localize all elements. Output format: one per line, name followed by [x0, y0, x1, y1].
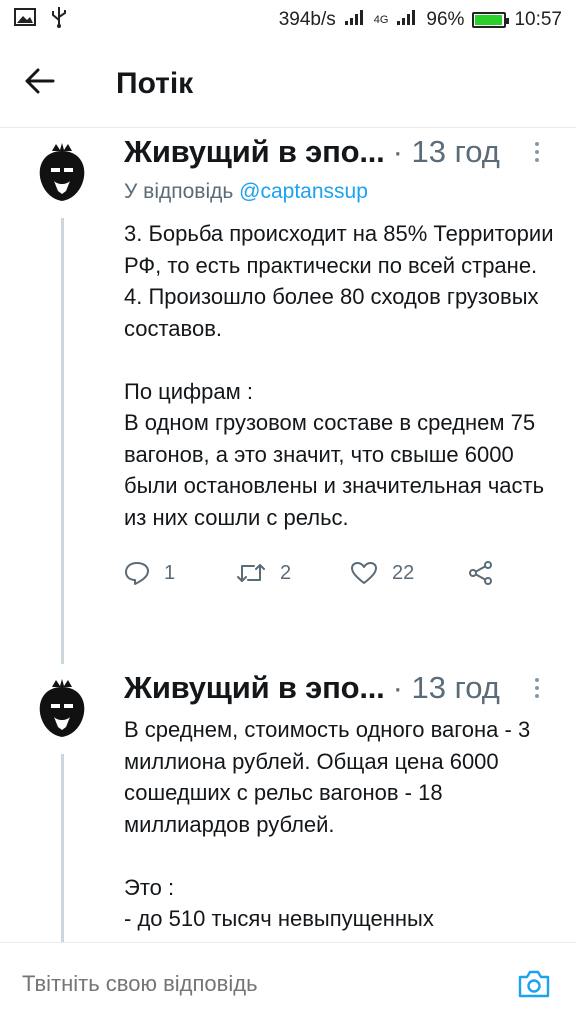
like-count: 22	[392, 561, 415, 584]
network-type: 4G	[373, 14, 389, 26]
tweet-text: В среднем, стоимость одного вагона - 3 м…	[124, 717, 531, 931]
net-speed: 394b/s	[278, 9, 336, 30]
battery-percent: 96%	[426, 9, 465, 30]
tweet-time: · 13 год	[392, 134, 500, 169]
page-title: Потік	[116, 66, 194, 100]
battery-icon	[472, 12, 510, 28]
tweet-time: · 13 год	[392, 670, 500, 705]
retweet-icon	[237, 564, 265, 582]
tweet-text: 3. Борьба происходит на 85% Территории Р…	[124, 221, 554, 530]
heart-icon	[351, 562, 377, 584]
status-bar: 394b/s 4G 96% 10:57	[0, 0, 576, 40]
author-name[interactable]: Живущий в эпо...	[124, 670, 385, 706]
arrow-left-icon	[25, 68, 55, 99]
thread[interactable]: Живущий в эпо... · 13 год У відповідь @c…	[0, 128, 576, 942]
retweet-button[interactable]: 2	[236, 561, 350, 585]
thread-line	[61, 754, 64, 942]
signal-icon	[344, 8, 366, 32]
reply-bar	[0, 942, 576, 1024]
share-icon	[469, 561, 492, 585]
camera-button[interactable]	[514, 964, 554, 1004]
retweet-count: 2	[280, 561, 292, 584]
lion-king-logo-icon	[39, 679, 85, 737]
camera-icon	[518, 970, 550, 997]
reply-button[interactable]: 1	[124, 561, 236, 585]
avatar[interactable]	[30, 676, 94, 740]
more-options-button[interactable]	[522, 678, 552, 698]
more-options-button[interactable]	[522, 142, 552, 162]
reply-to: У відповідь @captanssup	[124, 180, 556, 204]
usb-icon	[50, 6, 68, 34]
avatar[interactable]	[30, 140, 94, 204]
tweet-actions: 1 2 22	[124, 553, 556, 593]
lion-king-logo-icon	[39, 143, 85, 201]
reply-icon	[125, 562, 149, 585]
signal-icon-2	[396, 8, 418, 32]
thread-line	[61, 218, 64, 664]
reply-prefix: У відповідь	[124, 180, 234, 203]
clock: 10:57	[514, 9, 562, 30]
share-button[interactable]	[468, 560, 494, 586]
tweet[interactable]: Живущий в эпо... · 13 год В среднем, сто…	[0, 664, 576, 942]
author-name[interactable]: Живущий в эпо...	[124, 134, 385, 170]
app-bar: Потік	[0, 40, 576, 128]
reply-count: 1	[164, 561, 176, 584]
back-button[interactable]	[0, 40, 80, 128]
reply-input[interactable]	[22, 970, 514, 997]
image-notification-icon	[14, 8, 36, 32]
reply-handle-link[interactable]: @captanssup	[239, 180, 368, 203]
like-button[interactable]: 22	[350, 561, 468, 585]
tweet[interactable]: Живущий в эпо... · 13 год У відповідь @c…	[0, 128, 576, 664]
